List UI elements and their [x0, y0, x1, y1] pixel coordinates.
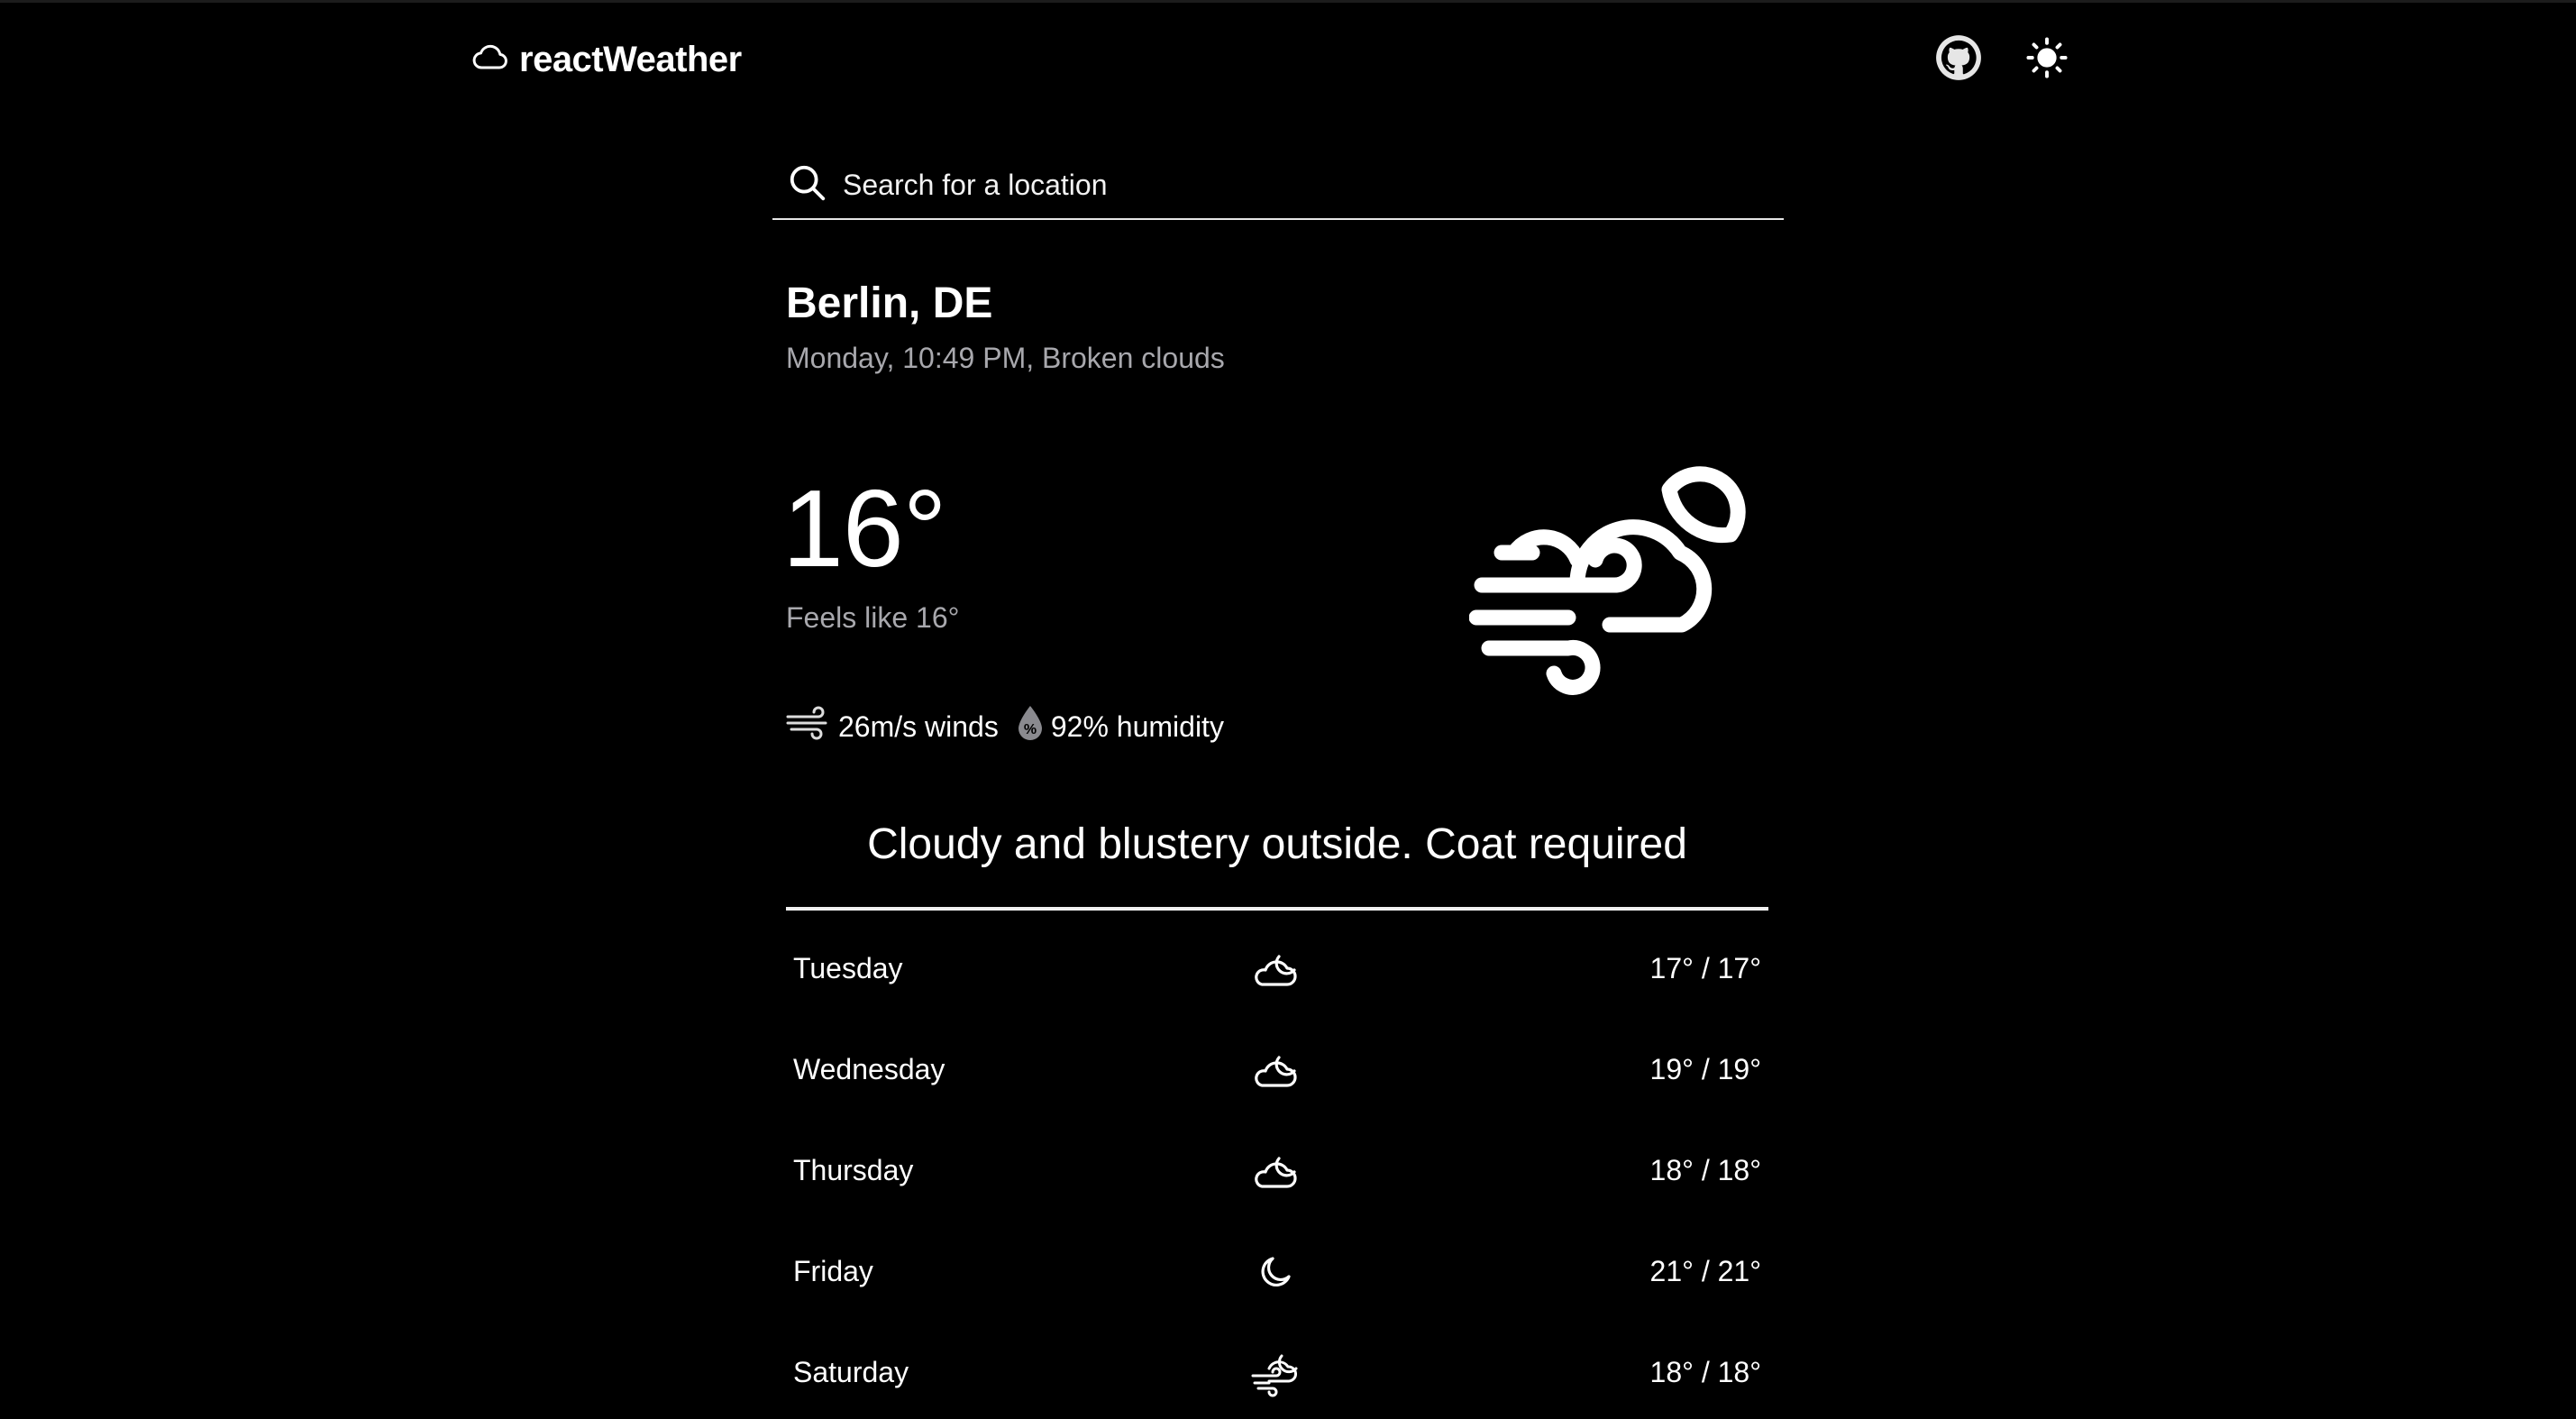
app-page: reactWeather Search for a location Berli…	[0, 0, 2576, 1419]
forecast-row: Saturday 18° / 18°	[786, 1322, 1768, 1419]
weather-stats: 26m/s winds % 92% humidity	[786, 704, 1224, 749]
forecast-row: Wednesday 19° / 19°	[786, 1019, 1768, 1120]
feels-like-text: Feels like 16°	[786, 601, 960, 634]
brand-name: reactWeather	[519, 39, 742, 79]
moon-icon	[1249, 1246, 1303, 1296]
forecast-row: Friday 21° / 21°	[786, 1221, 1768, 1322]
forecast-range: 21° / 21°	[1649, 1254, 1761, 1287]
humidity-icon: %	[1015, 704, 1051, 749]
forecast-range: 17° / 17°	[1649, 951, 1761, 984]
cloud-icon	[470, 38, 510, 82]
forecast-range: 18° / 18°	[1649, 1153, 1761, 1186]
forecast-day: Tuesday	[793, 951, 903, 984]
forecast-range: 18° / 18°	[1649, 1355, 1761, 1388]
search-input[interactable]	[843, 168, 1784, 202]
location-title: Berlin, DE	[786, 279, 993, 327]
github-icon	[1935, 34, 1982, 86]
current-temperature: 16°	[782, 467, 946, 590]
forecast-day: Saturday	[793, 1355, 909, 1388]
forecast-row: Tuesday 17° / 17°	[786, 918, 1768, 1019]
forecast-list: Tuesday 17° / 17° Wednesday 19° / 19° Th…	[786, 918, 1768, 1419]
forecast-range: 19° / 19°	[1649, 1052, 1761, 1085]
search-bar	[772, 151, 1784, 220]
cloudy-windy-night-icon	[1468, 434, 1772, 695]
theme-toggle-button[interactable]	[2023, 35, 2071, 84]
wind-icon	[786, 704, 838, 749]
wind-text: 26m/s winds	[838, 710, 999, 743]
header-actions	[1934, 30, 2071, 89]
humidity-text: 92% humidity	[1050, 710, 1224, 743]
app-header: reactWeather	[470, 30, 2071, 89]
weather-subtitle: Monday, 10:49 PM, Broken clouds	[786, 342, 1225, 374]
forecast-day: Friday	[793, 1254, 873, 1287]
github-link[interactable]	[1934, 34, 1983, 86]
sun-icon	[2023, 34, 2070, 86]
svg-text:%: %	[1024, 722, 1037, 737]
forecast-day: Wednesday	[793, 1052, 945, 1085]
cloud-moon-icon	[1249, 1145, 1303, 1195]
summary-divider	[786, 907, 1768, 911]
cloud-wind-moon-icon	[1249, 1347, 1303, 1397]
forecast-day: Thursday	[793, 1153, 914, 1186]
weather-summary: Cloudy and blustery outside. Coat requir…	[867, 820, 1687, 868]
cloud-moon-icon	[1249, 943, 1303, 993]
brand-link[interactable]: reactWeather	[470, 30, 742, 89]
forecast-row: Thursday 18° / 18°	[786, 1120, 1768, 1221]
cloud-moon-icon	[1249, 1044, 1303, 1094]
humidity-stat: % 92% humidity	[1015, 704, 1224, 749]
search-icon	[772, 162, 843, 208]
wind-stat: 26m/s winds	[786, 704, 999, 749]
